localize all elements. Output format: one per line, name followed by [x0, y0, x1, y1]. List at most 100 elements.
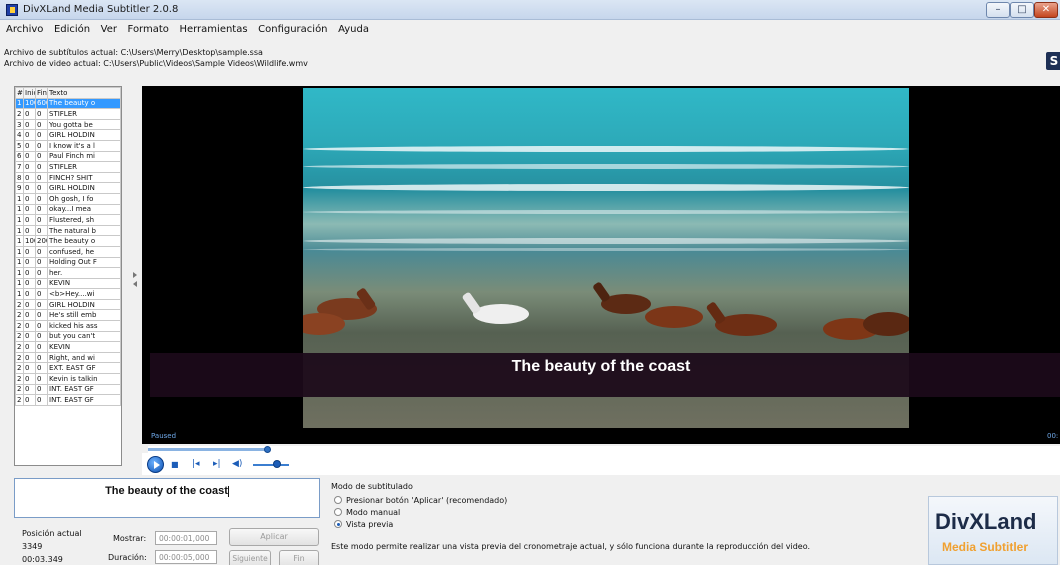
- subtitle-cell: 2: [15, 341, 24, 353]
- subtitle-cell: 0: [35, 373, 48, 385]
- subtitle-row[interactable]: 2 0 0 but you can't: [15, 330, 121, 343]
- subtitle-cell: 2: [15, 362, 24, 375]
- player-time: 00:: [1047, 432, 1059, 440]
- next-frame-icon[interactable]: ▸|: [213, 459, 221, 469]
- toolbar-s-icon[interactable]: S: [1046, 52, 1060, 70]
- volume-handle[interactable]: [273, 460, 281, 468]
- subtitle-row[interactable]: 2 0 0 STIFLER: [15, 108, 121, 120]
- subtitle-cell: KEVIN: [47, 341, 121, 353]
- stop-icon[interactable]: ■: [171, 460, 179, 470]
- subtitle-row[interactable]: 2 0 0 INT. EAST GF: [15, 383, 121, 396]
- column-header[interactable]: Fin: [35, 87, 48, 99]
- menu-configuracion[interactable]: Configuración: [254, 21, 331, 35]
- subtitle-cell: 0: [23, 150, 36, 163]
- subtitle-row[interactable]: 7 0 0 STIFLER: [15, 161, 121, 173]
- next-button[interactable]: Siguiente: [229, 550, 271, 565]
- subtitle-row[interactable]: 500I know it's a l: [15, 139, 121, 152]
- close-button[interactable]: ✕: [1034, 2, 1058, 18]
- column-header[interactable]: Texto: [47, 87, 121, 99]
- subtitle-cell: 0: [23, 383, 36, 396]
- subtitle-row[interactable]: 2 0 0 EXT. EAST GF: [15, 362, 121, 375]
- panel-splitter-handle[interactable]: [132, 270, 138, 290]
- subtitle-cell: 0: [23, 224, 36, 237]
- subtitle-cell: 2: [15, 394, 24, 406]
- subtitle-cell: Flustered, sh: [47, 214, 121, 226]
- seek-handle[interactable]: [264, 446, 271, 453]
- subtitle-cell: 0: [35, 129, 48, 141]
- transport-controls: ■ |◂ ▸| ◀): [142, 453, 1060, 475]
- menu-herramientas[interactable]: Herramientas: [175, 21, 251, 35]
- duration-time-field[interactable]: 00:00:05,000: [155, 550, 217, 564]
- subtitle-cell: 2: [15, 320, 24, 332]
- subtitle-row[interactable]: 1 0 0 Oh gosh, I fo: [15, 192, 121, 205]
- subtitle-row[interactable]: 8 0 0 FINCH? SHIT: [15, 171, 121, 184]
- subtitle-row[interactable]: 2 0 0 GIRL HOLDIN: [15, 298, 121, 311]
- subtitle-row[interactable]: 2 0 0 KEVIN: [15, 341, 121, 353]
- radio-button[interactable]: [334, 508, 342, 516]
- subtitle-row[interactable]: 1 0 0 Holding Out F: [15, 256, 121, 269]
- radio-button[interactable]: [334, 496, 342, 504]
- subtitle-row[interactable]: 2 0 0 kicked his ass: [15, 320, 121, 332]
- subtitle-row[interactable]: 1 0 0 <b>Hey....wi: [15, 288, 121, 300]
- menu-formato[interactable]: Formato: [124, 21, 173, 35]
- subtitle-row[interactable]: 1100600The beauty o: [15, 97, 121, 110]
- show-time-field[interactable]: 00:00:01,000: [155, 531, 217, 545]
- subtitle-row[interactable]: 1 0 0 confused, he: [15, 245, 121, 258]
- subtitle-cell: Holding Out F: [47, 256, 121, 269]
- subtitle-row[interactable]: 2 0 0 INT. EAST GF: [15, 394, 121, 406]
- player-status: Paused: [151, 432, 177, 440]
- subtitle-cell: 6: [15, 150, 24, 163]
- subtitle-row[interactable]: 9 0 0 GIRL HOLDIN: [15, 182, 121, 194]
- subtitle-cell: 1: [15, 192, 24, 205]
- menu-ver[interactable]: Ver: [97, 21, 121, 35]
- minimize-button[interactable]: –: [986, 2, 1010, 18]
- subtitle-row[interactable]: 4 0 0 GIRL HOLDIN: [15, 129, 121, 141]
- maximize-button[interactable]: □: [1010, 2, 1034, 18]
- subtitle-cell: GIRL HOLDIN: [47, 129, 121, 141]
- subtitle-row[interactable]: 1 0 0 KEVIN: [15, 277, 121, 290]
- radio-button[interactable]: [334, 520, 342, 528]
- subtitle-row[interactable]: 2 0 0 Kevin is talkin: [15, 373, 121, 385]
- mode-option-manual[interactable]: Modo manual: [334, 508, 400, 517]
- apply-button[interactable]: Aplicar: [229, 528, 319, 546]
- play-icon[interactable]: [147, 456, 164, 473]
- subtitle-cell: 0: [35, 256, 48, 269]
- subtitle-cell: 100: [23, 235, 36, 247]
- subtitle-cell: 0: [35, 150, 48, 163]
- seek-bar[interactable]: [148, 446, 1060, 453]
- subtitle-row[interactable]: 1 0 0 Flustered, sh: [15, 214, 121, 226]
- subtitle-row[interactable]: 1100200The beauty o: [15, 235, 121, 247]
- subtitle-row[interactable]: 1 0 0 her.: [15, 267, 121, 279]
- subtitle-text-editor[interactable]: The beauty of the coast: [14, 478, 320, 518]
- subtitle-cell: FINCH? SHIT: [47, 171, 121, 184]
- subtitle-row[interactable]: 2 0 0 Right, and wi: [15, 351, 121, 364]
- subtitle-cell: 9: [15, 182, 24, 194]
- mode-description: Este modo permite realizar una vista pre…: [331, 542, 810, 551]
- subtitle-row[interactable]: 6 0 0 Paul Finch mi: [15, 150, 121, 163]
- subtitle-list[interactable]: # Inic Fin Texto 1100600The beauty o200S…: [14, 86, 122, 466]
- menu-archivo[interactable]: Archivo: [2, 21, 47, 35]
- volume-icon[interactable]: ◀): [232, 459, 242, 469]
- subtitle-cell: 1: [15, 288, 24, 300]
- subtitle-cell: 1: [15, 97, 24, 110]
- window-title: DivXLand Media Subtitler 2.0.8: [23, 4, 179, 15]
- volume-slider[interactable]: [253, 464, 289, 466]
- mode-option-preview[interactable]: Vista previa: [334, 520, 393, 529]
- end-button[interactable]: Fin: [279, 550, 319, 565]
- menu-ayuda[interactable]: Ayuda: [334, 21, 373, 35]
- subtitle-cell: 0: [23, 373, 36, 385]
- column-header[interactable]: Inic: [23, 87, 36, 99]
- subtitle-cell: 0: [23, 362, 36, 375]
- menu-edicion[interactable]: Edición: [50, 21, 94, 35]
- subtitle-cell: You gotta be: [47, 118, 121, 131]
- subtitle-row[interactable]: 2 0 0 He's still emb: [15, 309, 121, 322]
- subtitle-row[interactable]: 1 0 0 okay...I mea: [15, 203, 121, 216]
- video-player[interactable]: The beauty of the coast Paused 00:: [142, 86, 1060, 444]
- column-header[interactable]: #: [15, 87, 24, 99]
- subtitle-cell: The beauty o: [47, 97, 121, 110]
- subtitle-cell: 0: [23, 330, 36, 343]
- subtitle-row[interactable]: 3 0 0 You gotta be: [15, 118, 121, 131]
- mode-option-apply[interactable]: Presionar botón 'Aplicar' (recomendado): [334, 496, 507, 505]
- subtitle-row[interactable]: 1 0 0 The natural b: [15, 224, 121, 237]
- previous-frame-icon[interactable]: |◂: [192, 459, 200, 469]
